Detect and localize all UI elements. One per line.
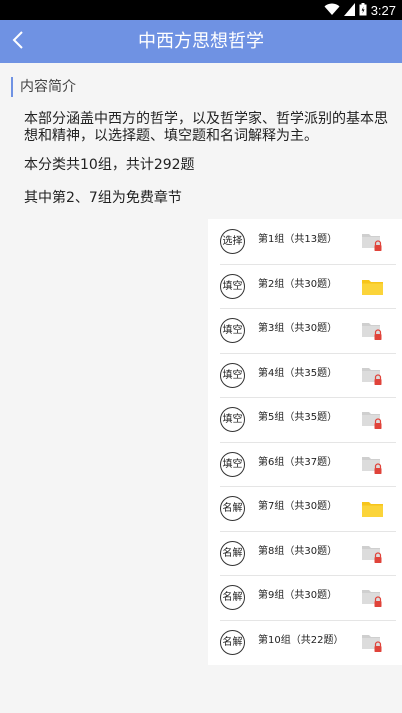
group-row[interactable]: 选择 第1组（共13题） xyxy=(208,219,402,264)
locked-folder-icon[interactable] xyxy=(361,587,385,609)
question-type-badge: 名解 xyxy=(220,496,245,521)
locked-folder-icon[interactable] xyxy=(361,365,385,387)
locked-folder-icon[interactable] xyxy=(361,543,385,565)
group-row[interactable]: 填空 第4组（共35题） xyxy=(208,352,402,398)
group-row[interactable]: 名解 第7组（共30题） xyxy=(208,486,402,531)
question-type-badge: 选择 xyxy=(220,229,245,254)
question-type-badge: 名解 xyxy=(220,629,245,655)
locked-folder-icon[interactable] xyxy=(361,632,385,654)
group-label: 第10组（共22题） xyxy=(258,634,344,646)
folder-icon[interactable] xyxy=(361,276,385,298)
group-row[interactable]: 填空 第6组（共37题） xyxy=(208,441,402,487)
question-type-badge: 填空 xyxy=(220,407,245,432)
locked-folder-icon[interactable] xyxy=(361,320,385,342)
question-type-badge: 名解 xyxy=(220,585,245,610)
group-list: 选择 第1组（共13题） 填空 第2组（共30题） 填空 第3组（共30题） 填空 第4组（共… xyxy=(208,219,402,665)
intro-description: 本部分涵盖中西方的哲学，以及哲学家、哲学派别的基本思想和精神，以选择题、填空题和… xyxy=(24,111,388,144)
intro-summary: 本分类共10组，共计292题 xyxy=(24,157,195,173)
wifi-icon xyxy=(324,1,340,20)
group-row[interactable]: 填空 第2组（共30题） xyxy=(208,263,402,309)
group-label: 第4组（共35题） xyxy=(258,367,338,379)
group-row[interactable]: 名解 第9组（共30题） xyxy=(208,575,402,620)
status-time: 3:27 xyxy=(370,2,396,18)
group-label: 第9组（共30题） xyxy=(258,590,338,601)
section-heading: 内容简介 xyxy=(11,77,76,97)
signal-icon xyxy=(343,1,355,20)
intro-free-note: 其中第2、7组为免费章节 xyxy=(24,190,182,206)
folder-icon[interactable] xyxy=(361,498,385,520)
question-type-badge: 填空 xyxy=(220,273,245,299)
status-icons: 3:27 xyxy=(324,2,396,18)
battery-icon xyxy=(359,1,367,20)
status-bar: 3:27 xyxy=(0,0,402,20)
app-bar: 中西方思想哲学 xyxy=(0,20,402,63)
locked-folder-icon[interactable] xyxy=(361,454,385,476)
group-label: 第3组（共30题） xyxy=(258,323,338,334)
locked-folder-icon[interactable] xyxy=(361,231,385,253)
group-row[interactable]: 填空 第3组（共30题） xyxy=(208,308,402,353)
group-label: 第2组（共30题） xyxy=(258,278,338,290)
group-label: 第6组（共37题） xyxy=(258,456,338,468)
question-type-badge: 填空 xyxy=(220,451,245,477)
page-title: 中西方思想哲学 xyxy=(138,31,264,52)
group-row[interactable]: 填空 第5组（共35题） xyxy=(208,397,402,442)
group-row[interactable]: 名解 第8组（共30题） xyxy=(208,530,402,576)
group-label: 第5组（共35题） xyxy=(258,412,338,423)
question-type-badge: 名解 xyxy=(220,540,245,566)
question-type-badge: 填空 xyxy=(220,362,245,388)
group-label: 第7组（共30题） xyxy=(258,501,338,512)
locked-folder-icon[interactable] xyxy=(361,409,385,431)
group-label: 第1组（共13题） xyxy=(258,234,338,245)
group-label: 第8组（共30题） xyxy=(258,545,338,557)
group-row[interactable]: 名解 第10组（共22题） xyxy=(208,619,402,665)
question-type-badge: 填空 xyxy=(220,318,245,343)
